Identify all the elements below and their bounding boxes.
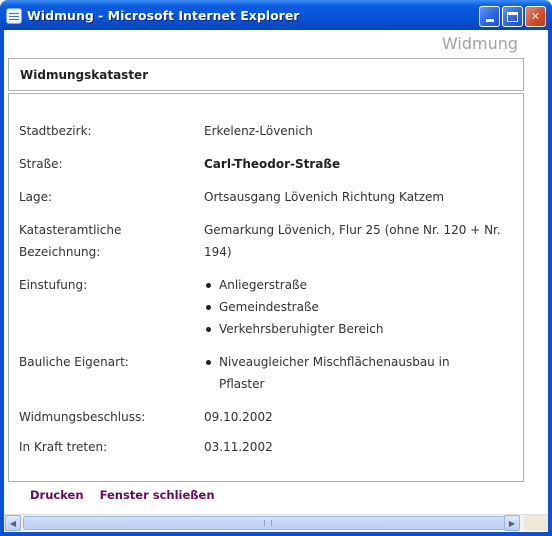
grip-icon — [264, 520, 272, 526]
value-bauliche-eigenart: Niveaugleicher Mischflächenausbau in Pfl… — [204, 351, 484, 395]
details-box: Stadtbezirk: Erkelenz-Lövenich Straße: C… — [8, 93, 524, 482]
page-heading: Widmung — [441, 34, 518, 53]
action-links: Drucken Fenster schließen — [30, 488, 227, 502]
value-widmungsbeschluss: 09.10.2002 — [204, 410, 273, 424]
close-icon: ✕ — [530, 10, 541, 23]
label-stadtbezirk: Stadtbezirk: — [19, 124, 92, 138]
value-stadtbezirk: Erkelenz-Lövenich — [204, 124, 313, 138]
maximize-icon — [507, 11, 518, 22]
title-bar[interactable]: Widmung - Microsoft Internet Explorer ✕ — [0, 0, 552, 30]
arrow-right-icon: ▶ — [508, 518, 516, 528]
value-einstufung: Anliegerstraße Gemeindestraße Verkehrsbe… — [204, 274, 504, 340]
minimize-button[interactable] — [479, 6, 500, 27]
list-item: Verkehrsberuhigter Bereich — [204, 318, 504, 340]
label-lage: Lage: — [19, 190, 53, 204]
content-area: Widmung Widmungskataster Stadtbezirk: Er… — [4, 30, 548, 532]
maximize-button[interactable] — [502, 6, 523, 27]
section-title: Widmungskataster — [20, 68, 149, 82]
close-button[interactable]: ✕ — [525, 6, 546, 27]
list-item: Niveaugleicher Mischflächenausbau in Pfl… — [204, 351, 484, 395]
bauliche-eigenart-list: Niveaugleicher Mischflächenausbau in Pfl… — [204, 351, 484, 395]
scrollbar-thumb[interactable] — [23, 516, 513, 530]
arrow-left-icon: ◀ — [9, 518, 17, 528]
scroll-right-button[interactable]: ▶ — [504, 515, 520, 531]
einstufung-list: Anliegerstraße Gemeindestraße Verkehrsbe… — [204, 274, 504, 340]
value-in-kraft: 03.11.2002 — [204, 440, 273, 454]
label-kataster: Katasteramtliche Bezeichnung: — [19, 223, 122, 259]
value-lage: Ortsausgang Lövenich Richtung Katzem — [204, 190, 445, 204]
scroll-left-button[interactable]: ◀ — [5, 515, 21, 531]
ie-page-icon — [6, 8, 22, 24]
label-widmungsbeschluss: Widmungsbeschluss: — [19, 410, 146, 424]
section-header-box: Widmungskataster — [8, 58, 524, 91]
label-in-kraft: In Kraft treten: — [19, 440, 108, 454]
list-item: Anliegerstraße — [204, 274, 504, 296]
horizontal-scrollbar[interactable]: ◀ ▶ — [4, 514, 548, 531]
resize-corner — [524, 515, 548, 531]
label-strasse: Straße: — [19, 157, 63, 171]
value-strasse: Carl-Theodor-Straße — [204, 157, 341, 171]
list-item: Gemeindestraße — [204, 296, 504, 318]
label-bauliche-eigenart: Bauliche Eigenart: — [19, 355, 129, 369]
minimize-icon — [485, 19, 494, 22]
browser-window: Widmung - Microsoft Internet Explorer ✕ … — [0, 0, 552, 536]
print-link[interactable]: Drucken — [30, 488, 84, 502]
close-window-link[interactable]: Fenster schließen — [100, 488, 215, 502]
value-kataster: Gemarkung Lövenich, Flur 25 (ohne Nr. 12… — [204, 223, 501, 259]
window-title: Widmung - Microsoft Internet Explorer — [27, 8, 300, 23]
label-einstufung: Einstufung: — [19, 278, 88, 292]
